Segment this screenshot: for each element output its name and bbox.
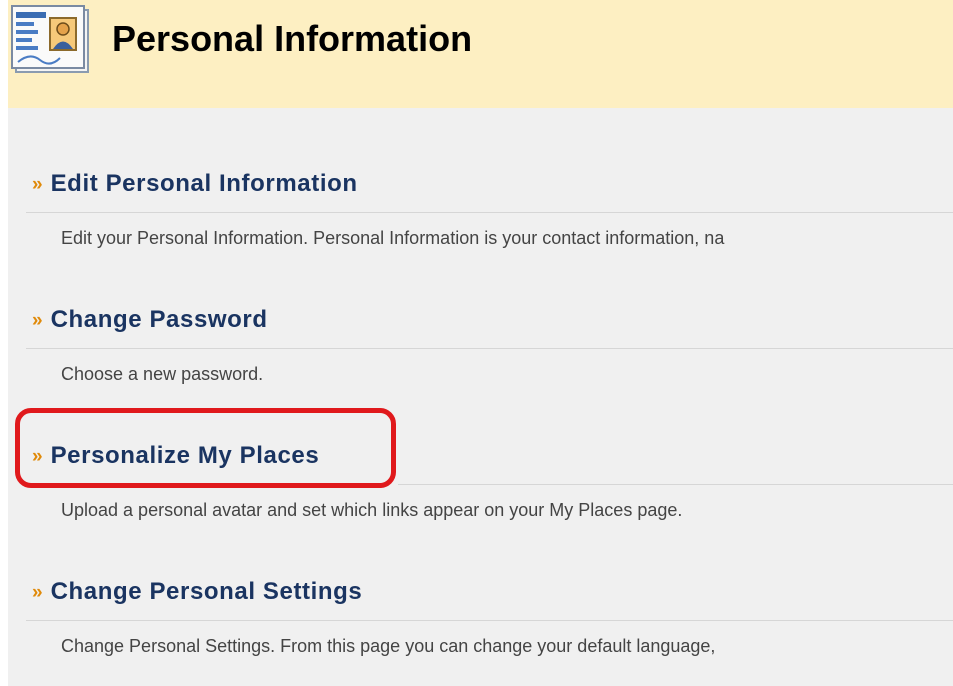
chevron-right-icon: » [32, 174, 43, 195]
chevron-right-icon: » [32, 446, 43, 467]
section-description: Edit your Personal Information. Personal… [61, 228, 725, 248]
page: Personal Information » Edit Personal Info… [8, 0, 953, 686]
change-personal-settings-link[interactable]: » Change Personal Settings [32, 578, 362, 606]
section-description: Upload a personal avatar and set which l… [61, 500, 683, 520]
divider [26, 348, 953, 349]
divider [26, 212, 953, 213]
section-title: Personalize My Places [50, 442, 320, 469]
page-title: Personal Information [112, 18, 473, 59]
edit-personal-information-link[interactable]: » Edit Personal Information [32, 170, 358, 198]
section-description: Change Personal Settings. From this page… [61, 636, 716, 656]
section-title: Change Password [50, 306, 268, 333]
personalize-my-places-link[interactable]: » Personalize My Places [32, 442, 319, 470]
section-description: Choose a new password. [61, 364, 264, 384]
page-header: Personal Information [8, 0, 953, 108]
section-title: Change Personal Settings [50, 578, 363, 605]
chevron-right-icon: » [32, 310, 43, 331]
change-password-link[interactable]: » Change Password [32, 306, 268, 334]
divider [398, 484, 953, 485]
chevron-right-icon: » [32, 582, 43, 603]
section-title: Edit Personal Information [50, 170, 358, 197]
personal-info-card-icon [11, 5, 89, 73]
divider [26, 620, 953, 621]
